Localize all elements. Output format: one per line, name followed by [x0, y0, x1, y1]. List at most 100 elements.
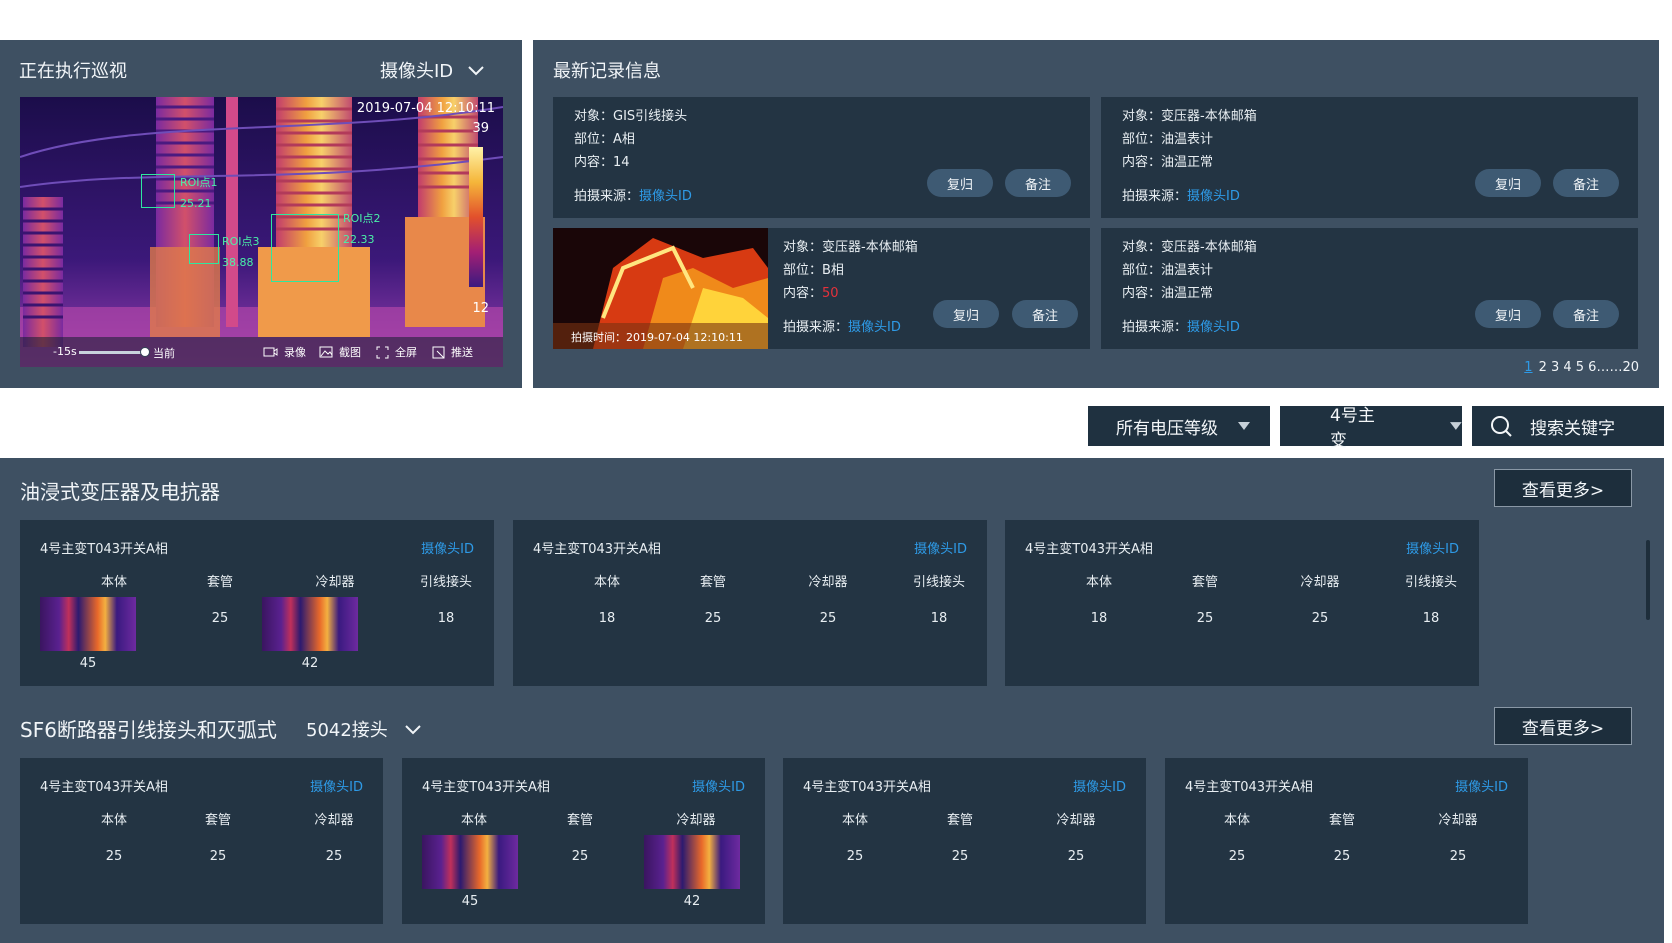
joint-selector[interactable]: 5042接头: [306, 716, 422, 742]
record-source: 拍摄来源：摄像头ID: [1122, 189, 1240, 204]
camera-link[interactable]: 摄像头ID: [310, 776, 363, 795]
record-thermal-photo[interactable]: 拍摄时间：2019-07-04 12:10:11: [553, 228, 768, 349]
value: 25: [1311, 611, 1329, 626]
camera-link[interactable]: 摄像头ID: [692, 776, 745, 795]
roi-box-1[interactable]: [141, 174, 175, 208]
record-object: 对象：变压器-本体邮箱: [1122, 240, 1257, 255]
equipment-name: 4号主变T043开关A相: [40, 780, 168, 795]
view-more-button[interactable]: 查看更多>: [1494, 707, 1632, 745]
thermal-thumbnail[interactable]: [644, 835, 740, 889]
reset-button[interactable]: 复归: [1475, 300, 1541, 328]
camera-link[interactable]: 摄像头ID: [421, 538, 474, 557]
fullscreen-icon: [376, 346, 389, 358]
view-more-button[interactable]: 查看更多>: [1494, 469, 1632, 507]
scrollbar-thumb[interactable]: [1646, 540, 1650, 620]
value: 25: [1333, 849, 1351, 864]
note-button[interactable]: 备注: [1553, 169, 1619, 197]
section2-title: SF6断路器引线接头和灭弧式: [20, 718, 277, 742]
roi-label-1: ROI点1 25.21: [180, 176, 218, 210]
col-header: 套管: [1191, 575, 1218, 590]
col-header: 本体: [841, 813, 868, 828]
caret-down-icon: [1238, 422, 1250, 430]
record-content-value: 50: [822, 286, 839, 301]
reset-button[interactable]: 复归: [1475, 169, 1541, 197]
timeline-handle[interactable]: [140, 347, 150, 357]
col-header: 引线接头: [419, 575, 472, 590]
record-card-3[interactable]: 拍摄时间：2019-07-04 12:10:11 对象：变压器-本体邮箱 部位：…: [553, 228, 1090, 349]
equipment-card[interactable]: 4号主变T043开关A相 摄像头ID 本体 套管 冷却器 引线接头 18 25 …: [513, 520, 987, 686]
roi-box-2[interactable]: [271, 214, 339, 282]
record-source-link[interactable]: 摄像头ID: [848, 320, 901, 335]
roi-box-3[interactable]: [189, 234, 219, 264]
page-links[interactable]: 2 3 4 5 6……20: [1539, 360, 1639, 375]
equipment-name: 4号主变T043开关A相: [1185, 780, 1313, 795]
fullscreen-button[interactable]: 全屏: [376, 344, 417, 360]
camera-link[interactable]: 摄像头ID: [1455, 776, 1508, 795]
record-part: 部位：A相: [574, 132, 635, 147]
records-title: 最新记录信息: [553, 61, 661, 82]
push-label: 推送: [451, 346, 473, 359]
screenshot-button[interactable]: 截图: [319, 344, 361, 360]
equipment-card[interactable]: 4号主变T043开关A相 摄像头ID 本体 套管 冷却器 25 25 25: [1165, 758, 1528, 924]
timeline-start: -15s: [53, 345, 77, 358]
page-current[interactable]: 1: [1524, 360, 1532, 375]
record-card-2[interactable]: 对象：变压器-本体邮箱 部位：油温表计 内容：油温正常 拍摄来源：摄像头ID 复…: [1101, 97, 1638, 218]
col-header: 引线接头: [912, 575, 965, 590]
note-button[interactable]: 备注: [1012, 300, 1078, 328]
thermal-thumbnail[interactable]: [262, 597, 358, 651]
value: 25: [846, 849, 864, 864]
transformer-dropdown[interactable]: 4号主变: [1280, 406, 1462, 451]
thermal-thumbnail[interactable]: [422, 835, 518, 889]
equipment-name: 4号主变T043开关A相: [1025, 542, 1153, 557]
camera-select[interactable]: 摄像头ID: [380, 57, 485, 83]
voltage-level-dropdown[interactable]: 所有电压等级: [1088, 406, 1270, 446]
value: 25: [1067, 849, 1085, 864]
equipment-card[interactable]: 4号主变T043开关A相 摄像头ID 本体 套管 冷却器 45 25 42: [402, 758, 765, 924]
col-header: 套管: [566, 813, 593, 828]
record-card-4[interactable]: 对象：变压器-本体邮箱 部位：油温表计 内容：油温正常 拍摄来源：摄像头ID 复…: [1101, 228, 1638, 349]
reset-button[interactable]: 复归: [927, 169, 993, 197]
note-button[interactable]: 备注: [1553, 300, 1619, 328]
col-header: 套管: [204, 813, 231, 828]
section1-title: 油浸式变压器及电抗器: [20, 480, 220, 504]
record-source-link[interactable]: 摄像头ID: [1187, 320, 1240, 335]
voltage-level-label: 所有电压等级: [1116, 418, 1218, 439]
col-header: 本体: [100, 575, 127, 590]
thumb-value: 42: [683, 894, 701, 909]
equipment-card[interactable]: 4号主变T043开关A相 摄像头ID 本体 套管 冷却器 引线接头 45 25 …: [20, 520, 494, 686]
chevron-down-icon: [405, 725, 421, 735]
record-part: 部位：油温表计: [1122, 132, 1214, 147]
search-button[interactable]: 搜索关键字: [1472, 406, 1664, 446]
camera-link[interactable]: 摄像头ID: [1406, 538, 1459, 557]
record-card-1[interactable]: 对象：GIS引线接头 部位：A相 内容：14 拍摄来源：摄像头ID 复归 备注: [553, 97, 1090, 218]
col-header: 冷却器: [314, 813, 354, 828]
record-button[interactable]: 录像: [263, 344, 306, 360]
camera-link[interactable]: 摄像头ID: [1073, 776, 1126, 795]
col-header: 引线接头: [1404, 575, 1457, 590]
record-content: 内容：油温正常: [1122, 286, 1214, 301]
record-content-value: 油温正常: [1161, 286, 1214, 301]
equipment-card[interactable]: 4号主变T043开关A相 摄像头ID 本体 套管 冷却器 引线接头 18 25 …: [1005, 520, 1479, 686]
col-header: 冷却器: [676, 813, 716, 828]
camera-select-label: 摄像头ID: [380, 61, 454, 82]
value: 25: [209, 849, 227, 864]
col-header: 本体: [460, 813, 487, 828]
note-button[interactable]: 备注: [1005, 169, 1071, 197]
pagination: 1 2 3 4 5 6……20: [1524, 360, 1639, 375]
timeline-slider[interactable]: [79, 347, 150, 357]
camera-link[interactable]: 摄像头ID: [914, 538, 967, 557]
reset-button[interactable]: 复归: [933, 300, 999, 328]
equipment-card[interactable]: 4号主变T043开关A相 摄像头ID 本体 套管 冷却器 25 25 25: [20, 758, 383, 924]
push-button[interactable]: 推送: [432, 344, 473, 360]
temperature-scale-bar: [469, 147, 483, 287]
record-object: 对象：GIS引线接头: [574, 109, 688, 124]
thermal-video[interactable]: ROI点1 25.21 ROI点2 22.33 ROI点3 38.88 2019-07…: [20, 97, 503, 367]
equipment-name: 4号主变T043开关A相: [40, 542, 168, 557]
thermal-thumbnail[interactable]: [40, 597, 136, 651]
record-source-link[interactable]: 摄像头ID: [639, 189, 692, 204]
record-source-link[interactable]: 摄像头ID: [1187, 189, 1240, 204]
search-icon: [1491, 416, 1512, 437]
col-header: 冷却器: [315, 575, 355, 590]
equipment-card[interactable]: 4号主变T043开关A相 摄像头ID 本体 套管 冷却器 25 25 25: [783, 758, 1146, 924]
chevron-down-icon: [468, 66, 484, 76]
